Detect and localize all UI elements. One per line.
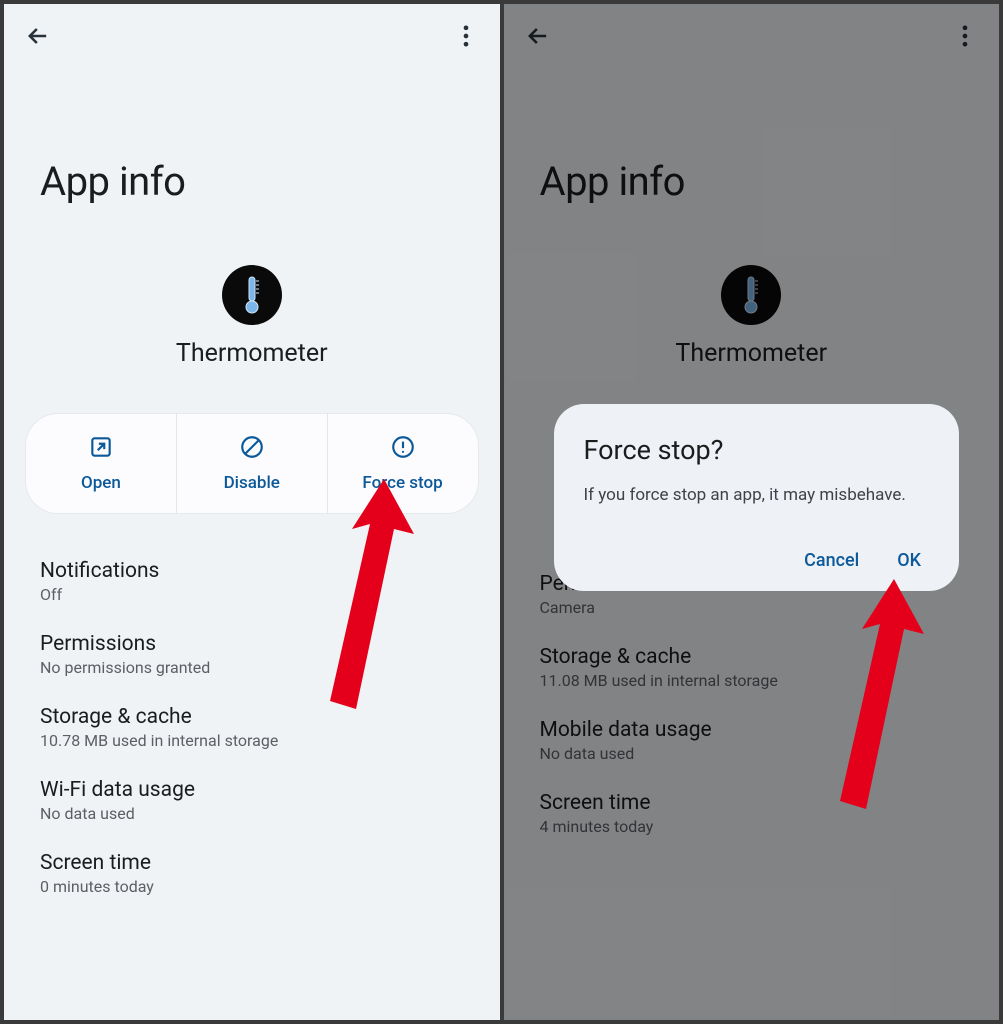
disable-icon	[239, 434, 265, 465]
more-vert-icon[interactable]	[452, 22, 480, 50]
setting-title: Screen time	[40, 851, 464, 875]
cancel-button[interactable]: Cancel	[804, 550, 859, 571]
back-arrow-icon[interactable]	[24, 22, 52, 50]
settings-list: Notifications Off Permissions No permiss…	[4, 539, 500, 916]
disable-button[interactable]: Disable	[177, 414, 328, 513]
ok-button[interactable]: OK	[897, 550, 921, 571]
screen-app-info-dialog: App info Thermometer Permissions Camera …	[504, 4, 1000, 1020]
open-icon	[88, 434, 114, 465]
setting-permissions[interactable]: Permissions No permissions granted	[4, 618, 500, 691]
dialog-title: Force stop?	[584, 434, 930, 466]
action-row: Open Disable Force stop	[26, 414, 478, 513]
setting-storage[interactable]: Storage & cache 10.78 MB used in interna…	[4, 691, 500, 764]
open-button[interactable]: Open	[26, 414, 177, 513]
dialog-actions: Cancel OK	[584, 550, 930, 571]
setting-sub: No permissions granted	[40, 658, 464, 677]
setting-sub: No data used	[40, 804, 464, 823]
topbar	[4, 4, 500, 58]
setting-sub: 10.78 MB used in internal storage	[40, 731, 464, 750]
setting-sub: 0 minutes today	[40, 877, 464, 896]
setting-title: Notifications	[40, 559, 464, 583]
force-stop-dialog: Force stop? If you force stop an app, it…	[554, 404, 960, 591]
setting-notifications[interactable]: Notifications Off	[4, 545, 500, 618]
setting-sub: Off	[40, 585, 464, 604]
page-title: App info	[4, 58, 500, 265]
app-header: Thermometer	[4, 265, 500, 396]
force-stop-label: Force stop	[362, 473, 442, 493]
open-label: Open	[81, 473, 121, 493]
force-stop-icon	[390, 434, 416, 465]
dialog-body: If you force stop an app, it may misbeha…	[584, 484, 930, 508]
app-icon	[222, 265, 282, 325]
app-name-label: Thermometer	[4, 339, 500, 368]
setting-title: Storage & cache	[40, 705, 464, 729]
setting-title: Permissions	[40, 632, 464, 656]
setting-title: Wi-Fi data usage	[40, 778, 464, 802]
setting-screen-time[interactable]: Screen time 0 minutes today	[4, 837, 500, 910]
screen-app-info: App info Thermometer Open Disable Force …	[4, 4, 500, 1020]
force-stop-button[interactable]: Force stop	[328, 414, 478, 513]
setting-wifi-data[interactable]: Wi-Fi data usage No data used	[4, 764, 500, 837]
disable-label: Disable	[224, 473, 280, 493]
